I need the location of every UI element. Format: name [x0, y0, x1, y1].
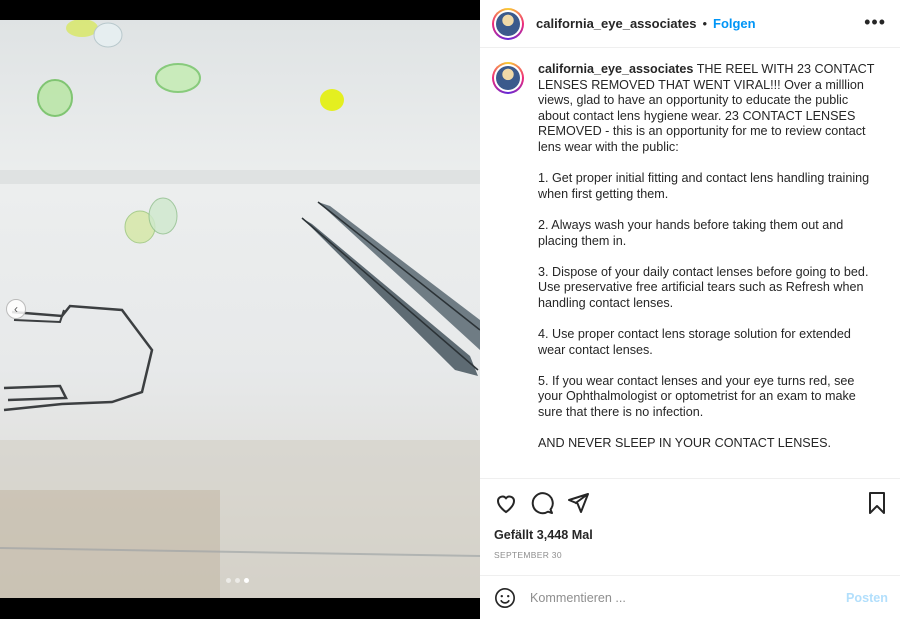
more-dots-icon[interactable]: •••	[864, 13, 886, 31]
caption-point: 2. Always wash your hands before taking …	[538, 217, 844, 248]
caption-closing: AND NEVER SLEEP IN YOUR CONTACT LENSES.	[538, 436, 832, 451]
caption-point: 3. Dispose of your daily contact lenses …	[538, 264, 869, 310]
comment-input[interactable]	[530, 590, 830, 605]
likes-count[interactable]: Gefällt 3,448 Mal	[494, 528, 593, 542]
follow-button[interactable]: Folgen	[713, 16, 756, 31]
contact-lens	[66, 20, 98, 37]
carousel-dot	[226, 578, 231, 583]
comment-bar: Posten	[480, 575, 900, 619]
caption-point: 1. Get proper initial fitting and contac…	[538, 171, 870, 201]
action-bar: Gefällt 3,448 Mal SEPTEMBER 30	[480, 478, 900, 575]
contact-lens	[320, 89, 344, 111]
emoji-icon[interactable]	[494, 587, 516, 609]
caption-username[interactable]: california_eye_associates	[538, 62, 693, 76]
carousel-dots	[226, 578, 249, 583]
post-panel: california_eye_associates • Folgen ••• c…	[480, 0, 900, 619]
header-username[interactable]: california_eye_associates	[536, 16, 696, 31]
caption-area: california_eye_associates THE REEL WITH …	[480, 48, 900, 478]
share-icon[interactable]	[566, 491, 590, 515]
caption-text: california_eye_associates THE REEL WITH …	[538, 62, 878, 478]
contact-lens	[37, 79, 73, 117]
eyelid-speculum	[3, 304, 154, 412]
contact-lens	[155, 63, 201, 93]
caption-avatar[interactable]	[492, 62, 524, 94]
tweezers	[318, 202, 480, 350]
carousel-dot	[235, 578, 240, 583]
carousel-prev-button[interactable]: ‹	[6, 299, 26, 319]
caption-point: 5. If you wear contact lenses and your e…	[538, 373, 856, 420]
post-header: california_eye_associates • Folgen •••	[480, 0, 900, 48]
bookmark-icon[interactable]	[866, 491, 888, 515]
post-media[interactable]: ‹	[0, 0, 480, 619]
contact-lens	[148, 197, 178, 235]
header-separator: •	[702, 16, 707, 31]
caption-point: 4. Use proper contact lens storage solut…	[538, 327, 851, 357]
contact-lens	[93, 22, 123, 48]
post-comment-button[interactable]: Posten	[846, 591, 888, 605]
carousel-dot-active	[244, 578, 249, 583]
comment-icon[interactable]	[530, 491, 554, 515]
post-date[interactable]: SEPTEMBER 30	[494, 550, 562, 560]
chevron-left-icon: ‹	[14, 302, 18, 316]
heart-icon[interactable]	[494, 491, 518, 515]
avatar[interactable]	[492, 7, 524, 40]
post-image	[0, 20, 480, 598]
photo-illustration	[0, 20, 480, 598]
